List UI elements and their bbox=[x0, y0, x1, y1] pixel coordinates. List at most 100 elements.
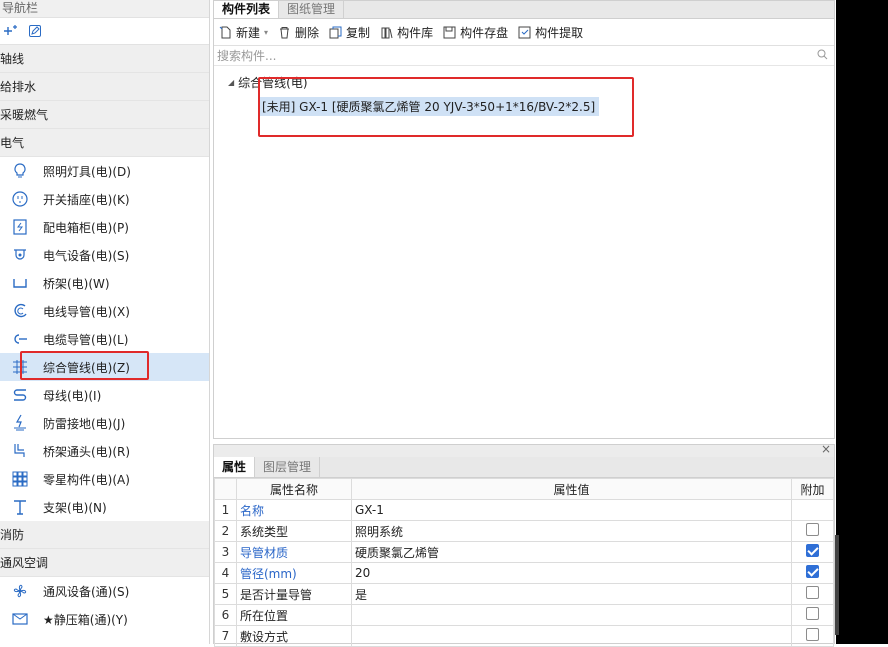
nav-item-misc-component[interactable]: 零星构件(电)(A) bbox=[0, 465, 209, 493]
category-fire-protection[interactable]: 消防 bbox=[0, 521, 209, 549]
nav-item-lightning-ground[interactable]: 防雷接地(电)(J) bbox=[0, 409, 209, 437]
nav-item-busbar[interactable]: 母线(电)(I) bbox=[0, 381, 209, 409]
property-value[interactable]: 是 bbox=[351, 583, 792, 605]
copy-button[interactable]: 复制 bbox=[328, 24, 370, 41]
component-toolbar: 新建 ▾ 删除 复制 构件库 构件存盘 构件提取 bbox=[214, 19, 834, 46]
property-value[interactable] bbox=[351, 625, 792, 647]
nav-item-switch-socket[interactable]: 开关插座(电)(K) bbox=[0, 185, 209, 213]
nav-item-cable-tray[interactable]: 桥架(电)(W) bbox=[0, 269, 209, 297]
table-row[interactable]: 6 所在位置 bbox=[214, 604, 834, 626]
distribution-box-icon bbox=[9, 216, 31, 238]
col-num-header bbox=[214, 478, 237, 500]
category-plumbing[interactable]: 给排水 bbox=[0, 73, 209, 101]
edit-icon[interactable] bbox=[27, 23, 43, 39]
checkbox-checked[interactable] bbox=[806, 544, 819, 557]
nav-item-plenum-box[interactable]: ★静压箱(通)(Y) bbox=[0, 605, 209, 633]
delete-button[interactable]: 删除 bbox=[277, 24, 319, 41]
tray-fitting-icon bbox=[9, 440, 31, 462]
table-row[interactable]: 5 是否计量导管是 bbox=[214, 583, 834, 605]
collapse-arrow-icon[interactable]: ◢ bbox=[228, 78, 234, 87]
tree-item-gx1[interactable]: [未用] GX-1 [硬质聚氯乙烯管 20 YJV-3*50+1*16/BV-2… bbox=[258, 97, 600, 116]
tab-layer-management[interactable]: 图层管理 bbox=[255, 457, 321, 477]
tab-drawing-management[interactable]: 图纸管理 bbox=[279, 1, 345, 18]
nav-item-label: ★静压箱(通)(Y) bbox=[43, 612, 128, 627]
plenum-box-icon bbox=[9, 608, 31, 630]
extra-cell bbox=[791, 520, 834, 542]
close-icon[interactable]: × bbox=[821, 442, 831, 456]
component-list-panel: 构件列表 图纸管理 新建 ▾ 删除 复制 构件库 构件存盘 构件提取 搜索构件.… bbox=[213, 0, 835, 439]
tab-properties[interactable]: 属性 bbox=[214, 457, 256, 477]
table-row[interactable]: 7 敷设方式 bbox=[214, 625, 834, 647]
row-number: 2 bbox=[214, 520, 237, 542]
nav-item-cable-conduit[interactable]: 电缆导管(电)(L) bbox=[0, 325, 209, 353]
dropdown-arrow-icon[interactable]: ▾ bbox=[264, 28, 268, 37]
row-number: 6 bbox=[214, 604, 237, 626]
electrical-equipment-icon bbox=[9, 244, 31, 266]
property-name: 敷设方式 bbox=[236, 625, 352, 647]
table-row[interactable]: 3 导管材质 硬质聚氯乙烯管 bbox=[214, 541, 834, 563]
save-icon bbox=[442, 25, 456, 39]
property-value[interactable] bbox=[351, 604, 792, 626]
property-name: 所在位置 bbox=[236, 604, 352, 626]
category-hvac[interactable]: 通风空调 bbox=[0, 549, 209, 577]
extra-cell bbox=[791, 583, 834, 605]
library-icon bbox=[379, 25, 393, 39]
nav-toolbar bbox=[0, 18, 209, 45]
nav-item-tray-fitting[interactable]: 桥架通头(电)(R) bbox=[0, 437, 209, 465]
search-input[interactable]: 搜索构件... bbox=[217, 47, 276, 64]
nav-item-label: 电线导管(电)(X) bbox=[43, 304, 130, 319]
new-button[interactable]: 新建 ▾ bbox=[218, 24, 268, 41]
table-row[interactable]: 1 名称 GX-1 bbox=[214, 499, 834, 521]
category-heating-gas[interactable]: 采暖燃气 bbox=[0, 101, 209, 129]
property-value[interactable]: GX-1 bbox=[351, 499, 792, 521]
table-row[interactable]: 4 管径(mm) 20 bbox=[214, 562, 834, 584]
nav-item-electrical-equipment[interactable]: 电气设备(电)(S) bbox=[0, 241, 209, 269]
property-value[interactable]: 硬质聚氯乙烯管 bbox=[351, 541, 792, 563]
lightning-ground-icon bbox=[9, 412, 31, 434]
cable-tray-icon bbox=[9, 272, 31, 294]
save-component-button[interactable]: 构件存盘 bbox=[442, 24, 508, 41]
checkbox-unchecked[interactable] bbox=[806, 607, 819, 620]
lamp-icon bbox=[9, 160, 31, 182]
nav-item-bracket[interactable]: 支架(电)(N) bbox=[0, 493, 209, 521]
search-icon[interactable] bbox=[817, 49, 828, 63]
nav-item-lighting[interactable]: 照明灯具(电)(D) bbox=[0, 157, 209, 185]
nav-item-ventilation-equipment[interactable]: 通风设备(通)(S) bbox=[0, 577, 209, 605]
property-value[interactable]: 照明系统 bbox=[351, 520, 792, 542]
misc-component-icon bbox=[9, 468, 31, 490]
col-value-header: 属性值 bbox=[351, 478, 792, 500]
extra-cell bbox=[791, 541, 834, 563]
library-button[interactable]: 构件库 bbox=[379, 24, 433, 41]
property-value[interactable]: 20 bbox=[351, 562, 792, 584]
nav-item-label: 母线(电)(I) bbox=[43, 388, 102, 403]
extract-button[interactable]: 构件提取 bbox=[517, 24, 583, 41]
col-extra-header: 附加 bbox=[791, 478, 834, 500]
tree-group[interactable]: ◢ 综合管线(电) bbox=[228, 72, 834, 92]
background-dark-region bbox=[836, 0, 888, 644]
property-name: 管径(mm) bbox=[236, 562, 352, 584]
nav-item-distribution-box[interactable]: 配电箱柜(电)(P) bbox=[0, 213, 209, 241]
tab-component-list[interactable]: 构件列表 bbox=[214, 1, 280, 18]
nav-item-label: 开关插座(电)(K) bbox=[43, 192, 130, 207]
component-search[interactable]: 搜索构件... bbox=[214, 46, 834, 66]
trash-icon bbox=[277, 25, 291, 39]
category-axis[interactable]: 轴线 bbox=[0, 45, 209, 73]
table-header-row: 属性名称 属性值 附加 bbox=[214, 478, 834, 500]
checkbox-checked[interactable] bbox=[806, 565, 819, 578]
nav-item-label: 桥架(电)(W) bbox=[43, 276, 110, 291]
cable-conduit-icon bbox=[9, 328, 31, 350]
table-row[interactable]: 2 系统类型 照明系统 bbox=[214, 520, 834, 542]
checkbox-unchecked[interactable] bbox=[806, 523, 819, 536]
row-number: 7 bbox=[214, 625, 237, 647]
copy-icon bbox=[328, 25, 342, 39]
checkbox-unchecked[interactable] bbox=[806, 628, 819, 641]
add-sparkle-icon[interactable] bbox=[3, 23, 19, 39]
copy-label: 复制 bbox=[346, 25, 371, 40]
category-electrical[interactable]: 电气 bbox=[0, 129, 209, 157]
scrollbar-thumb[interactable] bbox=[835, 535, 839, 635]
col-name-header: 属性名称 bbox=[236, 478, 352, 500]
nav-item-integrated-pipeline[interactable]: 综合管线(电)(Z) bbox=[0, 353, 209, 381]
checkbox-unchecked[interactable] bbox=[806, 586, 819, 599]
nav-item-wire-conduit[interactable]: 电线导管(电)(X) bbox=[0, 297, 209, 325]
extra-cell bbox=[791, 562, 834, 584]
